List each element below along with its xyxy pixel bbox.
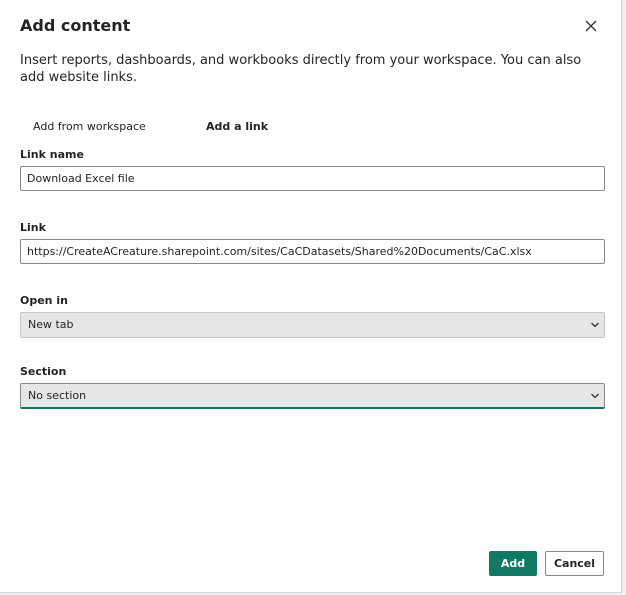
open-in-label: Open in bbox=[20, 294, 68, 307]
link-name-label: Link name bbox=[20, 148, 84, 161]
tab-add-a-link[interactable]: Add a link bbox=[206, 116, 268, 138]
link-label: Link bbox=[20, 221, 46, 234]
cancel-button[interactable]: Cancel bbox=[545, 551, 604, 576]
section-label: Section bbox=[20, 365, 67, 378]
add-content-dialog: Add content Insert reports, dashboards, … bbox=[0, 0, 622, 593]
open-in-dropdown[interactable]: New tab bbox=[20, 312, 605, 338]
close-icon bbox=[585, 20, 597, 32]
add-button[interactable]: Add bbox=[489, 551, 537, 576]
open-in-value: New tab bbox=[28, 318, 74, 331]
dialog-title: Add content bbox=[20, 16, 131, 35]
chevron-down-icon bbox=[591, 322, 599, 328]
link-name-field[interactable]: Download Excel file bbox=[20, 166, 605, 191]
link-field[interactable]: https://CreateACreature.sharepoint.com/s… bbox=[20, 239, 605, 264]
section-dropdown[interactable]: No section bbox=[20, 383, 605, 409]
section-value: No section bbox=[28, 389, 87, 402]
close-button[interactable] bbox=[580, 15, 602, 37]
chevron-down-icon bbox=[591, 393, 599, 399]
tab-add-from-workspace[interactable]: Add from workspace bbox=[33, 116, 146, 138]
dialog-description: Insert reports, dashboards, and workbook… bbox=[20, 53, 582, 85]
